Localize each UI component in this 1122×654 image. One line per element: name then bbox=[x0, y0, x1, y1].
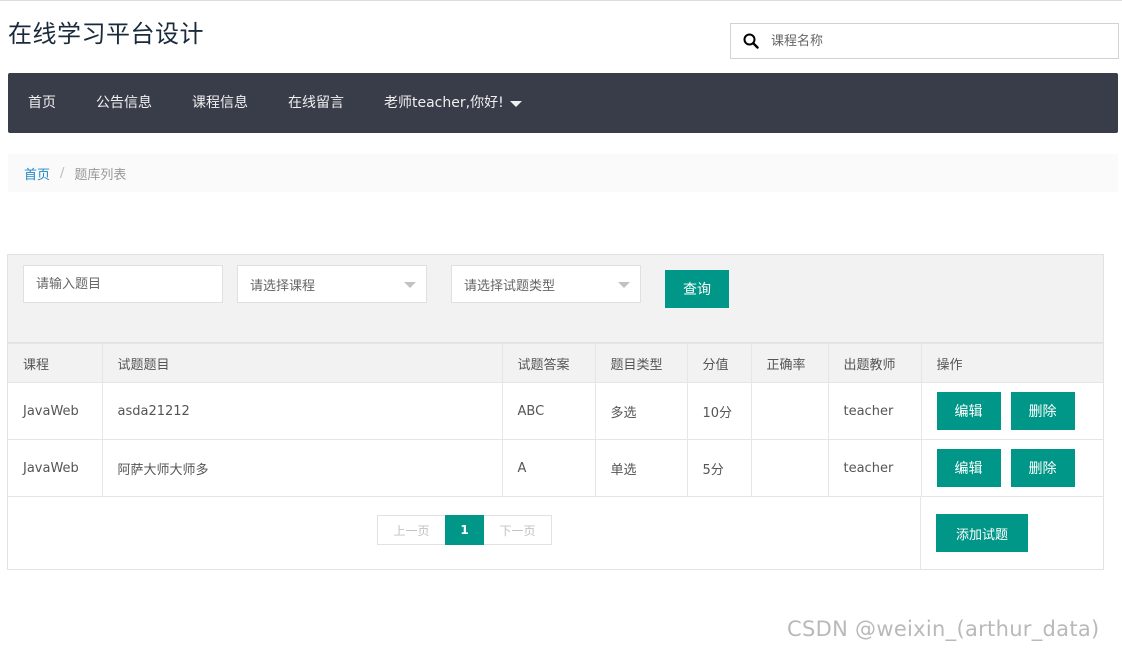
cell-answer: A bbox=[501, 439, 596, 497]
cell-teacher: teacher bbox=[827, 382, 922, 440]
top-border-line bbox=[0, 0, 1122, 1]
main-navbar: 首页 公告信息 课程信息 在线留言 老师teacher,你好! bbox=[8, 73, 1118, 133]
header-answer: 试题答案 bbox=[501, 343, 596, 383]
cell-type: 多选 bbox=[594, 382, 688, 440]
question-filter-input[interactable] bbox=[36, 276, 222, 292]
type-select-placeholder: 请选择试题类型 bbox=[464, 278, 556, 294]
table-row: JavaWeb 阿萨大师大师多 A 单选 5分 teacher 编辑 删除 bbox=[8, 439, 1103, 497]
filter-bar: 请选择课程 请选择试题类型 查询 bbox=[8, 255, 1103, 343]
header-actions: 操作 bbox=[920, 343, 1103, 383]
table-row: JavaWeb asda21212 ABC 多选 10分 teacher 编辑删… bbox=[8, 382, 1103, 440]
question-bank-panel: 请选择课程 请选择试题类型 查询 课程 试题题目 试题答案 题目类型 分值 正确… bbox=[7, 254, 1104, 570]
search-input[interactable] bbox=[771, 25, 1101, 57]
nav-item-home[interactable]: 首页 bbox=[8, 73, 76, 133]
cell-accuracy bbox=[750, 439, 829, 497]
header-type: 题目类型 bbox=[594, 343, 688, 383]
next-page-button[interactable]: 下一页 bbox=[484, 516, 551, 544]
table-header-row: 课程 试题题目 试题答案 题目类型 分值 正确率 出题教师 操作 bbox=[8, 343, 1103, 383]
header-title: 试题题目 bbox=[101, 343, 503, 383]
add-question-button[interactable]: 添加试题 bbox=[936, 514, 1028, 552]
footer-divider bbox=[920, 496, 921, 570]
header-score: 分值 bbox=[686, 343, 752, 383]
caret-down-icon bbox=[509, 101, 522, 107]
breadcrumb-current: 题库列表 bbox=[74, 167, 127, 183]
header-accuracy: 正确率 bbox=[750, 343, 829, 383]
nav-user-menu[interactable]: 老师teacher,你好! bbox=[364, 73, 542, 133]
question-filter-box[interactable] bbox=[23, 265, 223, 303]
query-button[interactable]: 查询 bbox=[665, 270, 729, 308]
dropdown-arrow-icon bbox=[618, 282, 630, 288]
delete-button[interactable]: 删除 bbox=[1010, 449, 1075, 487]
cell-actions: 编辑 删除 bbox=[920, 382, 1103, 440]
prev-page-button[interactable]: 上一页 bbox=[378, 516, 445, 544]
course-select-placeholder: 请选择课程 bbox=[250, 278, 316, 294]
cell-answer: ABC bbox=[501, 382, 596, 440]
edit-button[interactable]: 编辑 bbox=[936, 449, 1001, 487]
search-icon[interactable] bbox=[731, 24, 771, 58]
cell-title: asda21212 bbox=[101, 382, 503, 440]
cell-type: 单选 bbox=[594, 439, 688, 497]
cell-title: 阿萨大师大师多 bbox=[101, 439, 503, 497]
watermark-text: CSDN @weixin_(arthur_data) bbox=[787, 617, 1100, 641]
cell-accuracy bbox=[750, 382, 829, 440]
nav-item-messages[interactable]: 在线留言 bbox=[268, 73, 364, 133]
course-select[interactable]: 请选择课程 bbox=[237, 265, 427, 303]
nav-item-courses[interactable]: 课程信息 bbox=[172, 73, 268, 133]
breadcrumb: 首页 / 题库列表 bbox=[8, 154, 1118, 192]
question-type-select[interactable]: 请选择试题类型 bbox=[451, 265, 641, 303]
header-teacher: 出题教师 bbox=[827, 343, 922, 383]
user-greeting: 老师teacher,你好! bbox=[384, 95, 504, 111]
search-box[interactable] bbox=[730, 23, 1119, 59]
nav-item-announcements[interactable]: 公告信息 bbox=[76, 73, 172, 133]
cell-course: JavaWeb bbox=[8, 382, 103, 440]
delete-button[interactable]: 删除 bbox=[1010, 392, 1075, 430]
breadcrumb-separator: / bbox=[60, 165, 65, 181]
breadcrumb-home-link[interactable]: 首页 bbox=[24, 164, 50, 183]
site-title: 在线学习平台设计 bbox=[8, 20, 204, 48]
cell-course: JavaWeb bbox=[8, 439, 103, 497]
cell-teacher: teacher bbox=[827, 439, 922, 497]
pagination: 上一页 1 下一页 bbox=[377, 515, 552, 545]
table-footer: 上一页 1 下一页 添加试题 bbox=[8, 496, 1103, 570]
cell-score: 10分 bbox=[686, 382, 752, 440]
question-table: 课程 试题题目 试题答案 题目类型 分值 正确率 出题教师 操作 JavaWeb… bbox=[8, 343, 1103, 497]
header-course: 课程 bbox=[8, 343, 103, 383]
dropdown-arrow-icon bbox=[404, 282, 416, 288]
cell-actions: 编辑 删除 bbox=[920, 439, 1103, 497]
page-number-button[interactable]: 1 bbox=[445, 515, 484, 545]
edit-button[interactable]: 编辑 bbox=[936, 392, 1001, 430]
cell-score: 5分 bbox=[686, 439, 752, 497]
